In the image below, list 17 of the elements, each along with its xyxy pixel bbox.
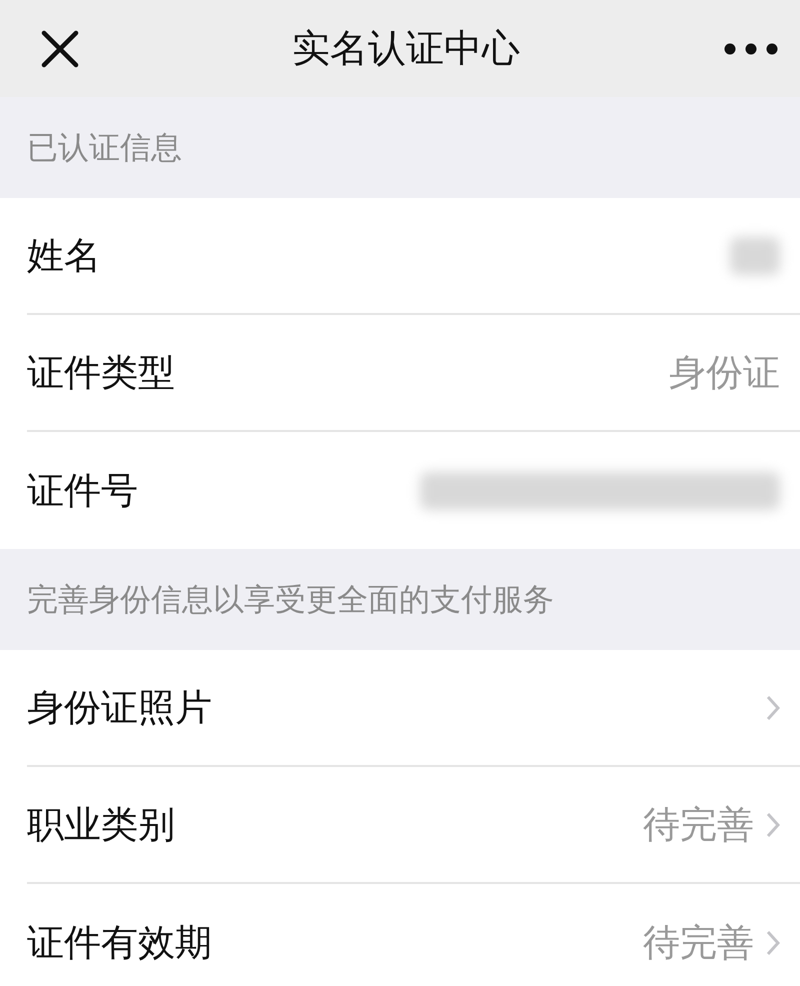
more-icon[interactable] (724, 42, 778, 54)
nav-title: 实名认证中心 (291, 25, 520, 72)
section-header: 完善身份信息以享受更全面的支付服务 (27, 580, 554, 620)
row-label: 证件类型 (27, 350, 175, 396)
row-label: 姓名 (27, 232, 101, 278)
row-value: 身份证 (669, 350, 780, 396)
row-label: 职业类别 (27, 802, 175, 848)
row-value: 待完善 (643, 920, 754, 966)
chevron-icon (766, 812, 780, 838)
row-value: 待完善 (643, 802, 754, 848)
close-icon[interactable] (40, 28, 80, 68)
chevron-icon (766, 694, 780, 720)
row-label: 身份证照片 (27, 684, 212, 730)
section-header: 已认证信息 (27, 128, 182, 168)
row-label: 证件有效期 (27, 920, 212, 966)
chevron-icon (766, 930, 780, 956)
row-label: 证件号 (27, 468, 138, 514)
